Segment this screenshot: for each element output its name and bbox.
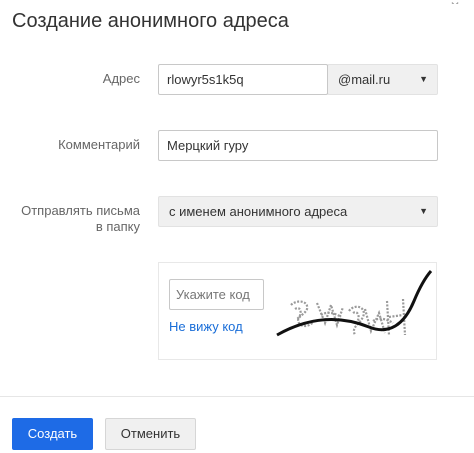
cant-see-code-link[interactable]: Не вижу код (169, 319, 243, 334)
address-input[interactable] (158, 64, 328, 95)
domain-select[interactable]: @mail.ru ▼ (327, 64, 438, 95)
footer-divider (0, 396, 474, 397)
captcha-input[interactable] (169, 279, 264, 310)
cancel-button[interactable]: Отменить (105, 418, 196, 450)
folder-label-line2: в папку (95, 219, 140, 234)
address-label: Адрес (102, 71, 140, 86)
dialog-title: Создание анонимного адреса (12, 10, 289, 32)
captcha-image[interactable] (269, 265, 434, 357)
comment-label: Комментарий (58, 137, 140, 152)
create-button[interactable]: Создать (12, 418, 93, 450)
folder-label-line1: Отправлять письма (21, 203, 140, 218)
chevron-down-icon: ▼ (419, 206, 428, 216)
captcha-box: Не вижу код (158, 262, 437, 360)
folder-label: Отправлять письма в папку (10, 203, 140, 235)
comment-input[interactable] (158, 130, 438, 161)
chevron-down-icon: ▼ (419, 74, 428, 84)
create-anonymous-address-dialog: Создание анонимного адреса ✕ Адрес @mail… (0, 0, 474, 453)
folder-select[interactable]: с именем анонимного адреса ▼ (158, 196, 438, 227)
folder-select-value: с именем анонимного адреса (169, 204, 348, 219)
domain-select-value: @mail.ru (338, 72, 391, 87)
close-icon[interactable]: ✕ (450, 0, 460, 4)
